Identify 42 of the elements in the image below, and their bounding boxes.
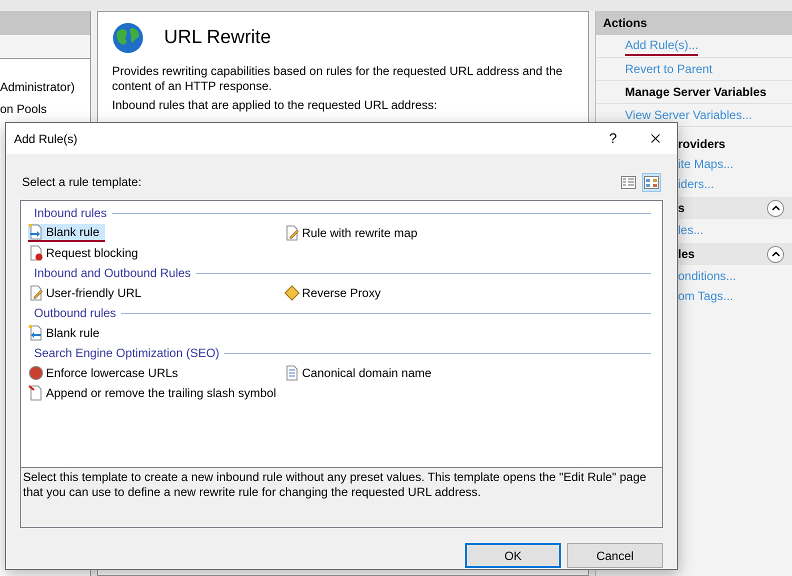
template-item[interactable]: Blank rule [28,324,106,342]
dialog-title: Add Rule(s) [14,130,78,148]
feature-description: Provides rewriting capabilities based on rules for the requested URL address and the content of an HTTP response. [112,64,564,94]
document-arrow-icon [28,325,44,341]
cancel-button[interactable]: Cancel [567,543,663,568]
tiles-view-button[interactable] [642,172,661,192]
section-title: les [678,246,695,263]
group-heading: Inbound and Outbound Rules [34,265,191,282]
document-lines-icon [284,365,300,381]
prompt-label: Select a rule template: [22,174,142,191]
group-heading: Inbound rules [34,205,107,222]
template-item[interactable]: Append or remove the trailing slash symbol [28,384,282,402]
document-pencil-icon [28,285,44,301]
ok-button[interactable]: OK [465,543,561,568]
action-group-heading: roviders [678,136,726,153]
template-item[interactable]: Enforce lowercase URLs [28,364,184,382]
help-button[interactable]: ? [593,124,633,154]
actions-header: Actions [596,11,792,35]
document-pin-icon [28,385,44,401]
sign-icon [284,285,300,301]
template-item[interactable]: Reverse Proxy [284,284,387,302]
page-title: URL Rewrite [164,26,271,50]
document-stop-icon [28,245,44,261]
template-description: Select this template to create a new inbound rule without any preset values. This template opens the "Edit Rule" page that you can use to define a new rewrite rule for changing the requested URL address. [23,470,648,500]
stop-sign-icon [28,365,44,381]
template-item[interactable]: Canonical domain name [284,364,438,382]
document-pencil-icon [284,225,300,241]
rules-label: Inbound rules that are applied to the requested URL address: [112,98,438,113]
template-item[interactable]: Blank rule [28,224,106,242]
template-item[interactable]: Rule with rewrite map [284,224,424,242]
collapse-icon[interactable] [767,246,784,262]
globe-icon [112,22,144,54]
template-item[interactable]: User-friendly URL [28,284,148,302]
document-arrow-icon [28,224,44,240]
tree-item[interactable]: Administrator) [0,78,90,96]
group-heading: Outbound rules [34,305,116,322]
tree-item[interactable]: on Pools [0,100,90,118]
template-item[interactable]: Request blocking [28,244,144,262]
collapse-icon[interactable] [767,200,784,216]
section-title: s [678,200,685,217]
action-group-heading: Manage Server Variables [625,84,766,101]
group-heading: Search Engine Optimization (SEO) [34,345,220,362]
